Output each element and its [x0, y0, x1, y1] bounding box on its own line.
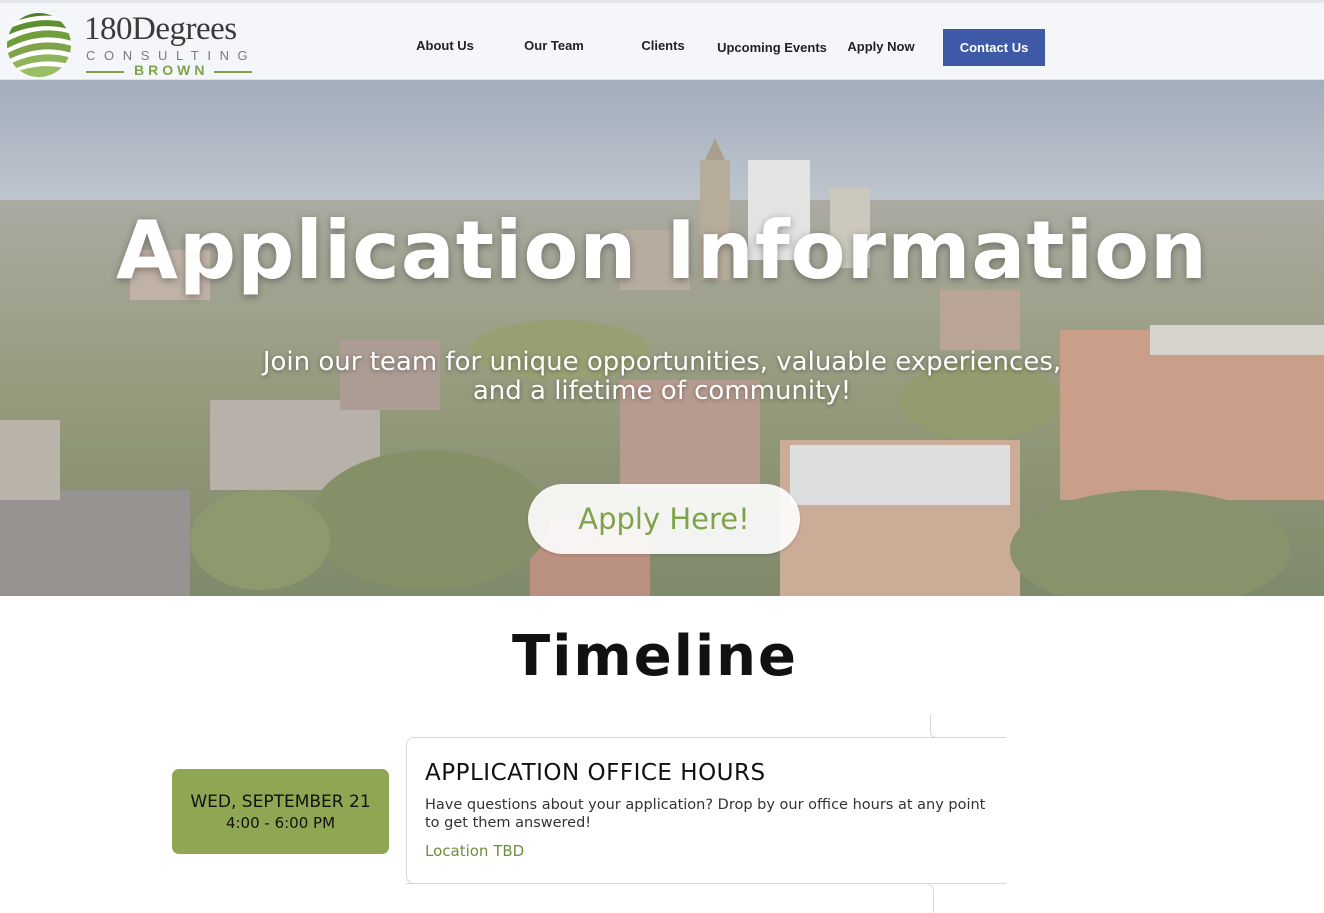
top-navbar: 180Degrees CONSULTING BROWN About Us Our…	[0, 0, 1324, 80]
divider-line	[86, 71, 124, 73]
event-card: APPLICATION OFFICE HOURS Have questions …	[406, 737, 1006, 884]
globe-logo-icon	[7, 13, 71, 77]
event-date-badge: WED, SEPTEMBER 21 4:00 - 6:00 PM	[172, 769, 389, 854]
nav-about-us[interactable]: About Us	[411, 38, 479, 53]
nav-clients[interactable]: Clients	[634, 38, 692, 53]
hero-title: Application Information	[116, 204, 1208, 297]
nav-upcoming-events[interactable]: Upcoming Events	[716, 40, 828, 55]
apply-here-button[interactable]: Apply Here!	[528, 484, 800, 554]
event-date: WED, SEPTEMBER 21	[190, 791, 371, 812]
brand-school: BROWN	[134, 62, 209, 78]
nav-apply-now[interactable]: Apply Now	[843, 39, 919, 54]
event-location: Location TBD	[425, 842, 525, 860]
brand-school-row: BROWN	[86, 62, 252, 80]
event-time: 4:00 - 6:00 PM	[225, 813, 336, 832]
brand-tagline: CONSULTING	[86, 48, 257, 63]
timeline-card-edge-next	[406, 883, 934, 913]
hero-section: Application Information Join our team fo…	[0, 80, 1324, 596]
timeline-card-edge-previous	[930, 714, 1005, 738]
divider-line	[214, 71, 252, 73]
timeline-heading: Timeline	[512, 624, 798, 689]
event-title: APPLICATION OFFICE HOURS	[425, 760, 766, 786]
site-logo[interactable]: 180Degrees CONSULTING BROWN	[4, 8, 264, 80]
brand-name: 180Degrees	[84, 11, 237, 47]
event-description: Have questions about your application? D…	[425, 797, 986, 831]
hero-subtitle: Join our team for unique opportunities, …	[262, 347, 1062, 406]
nav-our-team[interactable]: Our Team	[518, 38, 590, 53]
contact-us-button[interactable]: Contact Us	[943, 29, 1045, 66]
